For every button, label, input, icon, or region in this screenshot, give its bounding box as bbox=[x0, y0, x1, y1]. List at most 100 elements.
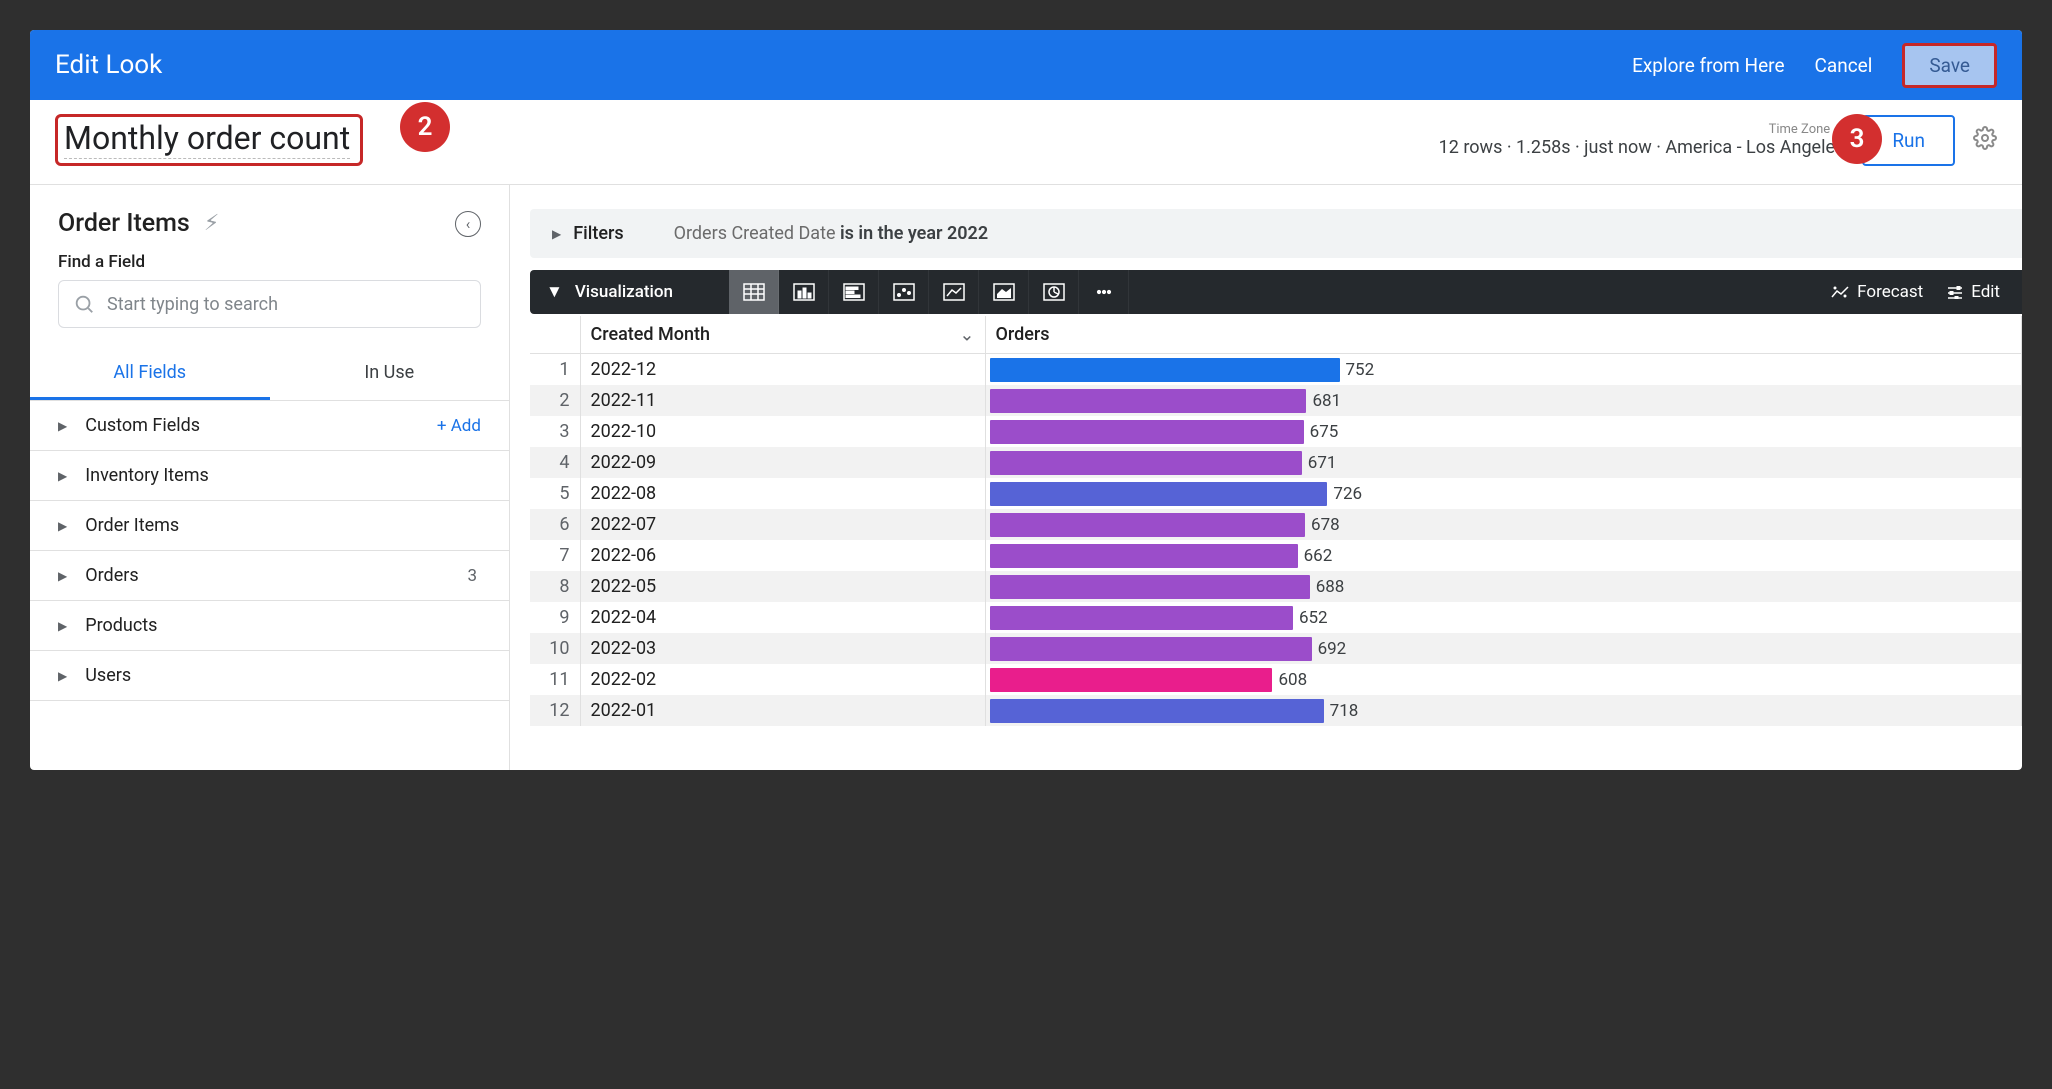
field-group-label: Inventory Items bbox=[85, 465, 209, 486]
search-icon bbox=[73, 293, 95, 315]
row-index: 2 bbox=[530, 385, 580, 416]
orders-value: 688 bbox=[1316, 577, 1345, 597]
collapse-sidebar-button[interactable]: ‹ bbox=[455, 211, 481, 237]
filters-label: Filters bbox=[573, 223, 623, 244]
viz-column-icon[interactable] bbox=[779, 270, 829, 314]
orders-bar bbox=[990, 358, 1340, 382]
viz-bar-icon[interactable] bbox=[829, 270, 879, 314]
custom-fields-row[interactable]: ▶Custom Fields + Add bbox=[30, 401, 509, 451]
orders-value: 752 bbox=[1346, 360, 1375, 380]
orders-bar bbox=[990, 575, 1310, 599]
forecast-button[interactable]: Forecast bbox=[1831, 282, 1923, 302]
timezone-dropdown[interactable]: Time Zone ⌄ bbox=[1439, 122, 1845, 137]
table-row[interactable]: 82022-05 688 bbox=[530, 571, 2022, 602]
orders-bar bbox=[990, 637, 1312, 661]
filters-prefix: Orders Created Date bbox=[674, 223, 840, 244]
field-group-row[interactable]: ▶Orders3 bbox=[30, 551, 509, 601]
cell-created-month: 2022-12 bbox=[580, 354, 985, 386]
orders-bar bbox=[990, 606, 1293, 630]
field-group-row[interactable]: ▶Users bbox=[30, 651, 509, 701]
orders-bar bbox=[990, 699, 1324, 723]
table-row[interactable]: 102022-03 692 bbox=[530, 633, 2022, 664]
orders-value: 678 bbox=[1311, 515, 1340, 535]
cell-orders: 752 bbox=[985, 354, 2022, 386]
row-index: 1 bbox=[530, 354, 580, 386]
cell-created-month: 2022-07 bbox=[580, 509, 985, 540]
field-group-label: Orders bbox=[85, 565, 138, 586]
table-row[interactable]: 32022-10675 bbox=[530, 416, 2022, 447]
filters-summary: Orders Created Date is in the year 2022 bbox=[674, 223, 989, 244]
viz-line-icon[interactable] bbox=[929, 270, 979, 314]
viz-table-icon[interactable] bbox=[729, 270, 779, 314]
viz-toggle[interactable]: ▼ Visualization bbox=[530, 282, 689, 302]
field-group-row[interactable]: ▶Order Items bbox=[30, 501, 509, 551]
forecast-icon bbox=[1831, 285, 1849, 299]
filters-bar[interactable]: ▶ Filters Orders Created Date is in the … bbox=[530, 209, 2022, 258]
row-index: 5 bbox=[530, 478, 580, 509]
cancel-link[interactable]: Cancel bbox=[1815, 54, 1873, 77]
save-button[interactable]: Save bbox=[1902, 43, 1997, 88]
orders-bar bbox=[990, 451, 1302, 475]
table-row[interactable]: 72022-06662 bbox=[530, 540, 2022, 571]
col-orders[interactable]: Orders bbox=[985, 316, 2022, 354]
caret-right-icon: ▶ bbox=[552, 227, 561, 241]
cell-orders: 608 bbox=[985, 664, 2022, 695]
filters-value: is in the year 2022 bbox=[840, 223, 988, 244]
bolt-icon[interactable]: ⚡︎ bbox=[204, 211, 219, 236]
cell-created-month: 2022-08 bbox=[580, 478, 985, 509]
viz-pie-icon[interactable] bbox=[1029, 270, 1079, 314]
orders-value: 671 bbox=[1308, 453, 1337, 473]
row-index: 12 bbox=[530, 695, 580, 726]
cell-orders: 652 bbox=[985, 602, 2022, 633]
add-custom-field-link[interactable]: + Add bbox=[437, 416, 481, 436]
field-group-row[interactable]: ▶ Inventory Items bbox=[30, 451, 509, 501]
table-row[interactable]: 52022-08726 bbox=[530, 478, 2022, 509]
header-actions: Explore from Here Cancel Save bbox=[1632, 43, 1997, 88]
table-row[interactable]: 22022-11681 bbox=[530, 385, 2022, 416]
viz-area-icon[interactable] bbox=[979, 270, 1029, 314]
row-index: 8 bbox=[530, 571, 580, 602]
cell-created-month: 2022-03 bbox=[580, 633, 985, 664]
orders-value: 692 bbox=[1318, 639, 1347, 659]
tab-all-fields[interactable]: All Fields bbox=[30, 348, 270, 400]
cell-orders: 688 bbox=[985, 571, 2022, 602]
table-row[interactable]: 112022-02608 bbox=[530, 664, 2022, 695]
search-placeholder: Start typing to search bbox=[107, 294, 278, 315]
cell-orders: 662 bbox=[985, 540, 2022, 571]
data-table[interactable]: Created Month ⌄ Orders 12022-1275222022-… bbox=[530, 316, 2022, 770]
field-search-input[interactable]: Start typing to search bbox=[58, 280, 481, 328]
viz-more-icon[interactable] bbox=[1079, 270, 1129, 314]
row-index: 10 bbox=[530, 633, 580, 664]
field-tabs: All Fields In Use bbox=[30, 348, 509, 401]
table-row[interactable]: 92022-04652 bbox=[530, 602, 2022, 633]
table-row[interactable]: 122022-01718 bbox=[530, 695, 2022, 726]
caret-right-icon: ▶ bbox=[58, 419, 67, 433]
orders-bar bbox=[990, 513, 1306, 537]
viz-scatter-icon[interactable] bbox=[879, 270, 929, 314]
col-created-month[interactable]: Created Month ⌄ bbox=[580, 316, 985, 354]
gear-icon[interactable] bbox=[1973, 126, 1997, 155]
table-row[interactable]: 62022-07678 bbox=[530, 509, 2022, 540]
table-row[interactable]: 12022-12 752 bbox=[530, 354, 2022, 386]
explore-from-here-link[interactable]: Explore from Here bbox=[1632, 54, 1784, 77]
table-row[interactable]: 42022-09671 bbox=[530, 447, 2022, 478]
cell-orders: 692 bbox=[985, 633, 2022, 664]
field-group-row[interactable]: ▶Products bbox=[30, 601, 509, 651]
chevron-down-icon: ⌄ bbox=[959, 324, 974, 345]
query-status: 12 rows · 1.258s · just now · America - … bbox=[1439, 137, 1845, 158]
field-list: ▶Custom Fields + Add ▶Inventory Items▶Or… bbox=[30, 401, 509, 770]
tab-in-use[interactable]: In Use bbox=[270, 348, 510, 400]
cell-orders: 671 bbox=[985, 447, 2022, 478]
viz-type-icons bbox=[729, 270, 1129, 314]
orders-value: 608 bbox=[1278, 670, 1307, 690]
filters-head: ▶ Filters bbox=[552, 223, 624, 244]
field-group-label: Users bbox=[85, 665, 131, 686]
caret-right-icon: ▶ bbox=[58, 469, 67, 483]
row-index: 3 bbox=[530, 416, 580, 447]
callout-badge-2: 2 bbox=[400, 102, 450, 152]
row-index: 11 bbox=[530, 664, 580, 695]
orders-bar bbox=[990, 544, 1298, 568]
cell-created-month: 2022-05 bbox=[580, 571, 985, 602]
look-title-input[interactable]: Monthly order count bbox=[64, 119, 350, 159]
viz-edit-button[interactable]: Edit bbox=[1947, 282, 2000, 302]
